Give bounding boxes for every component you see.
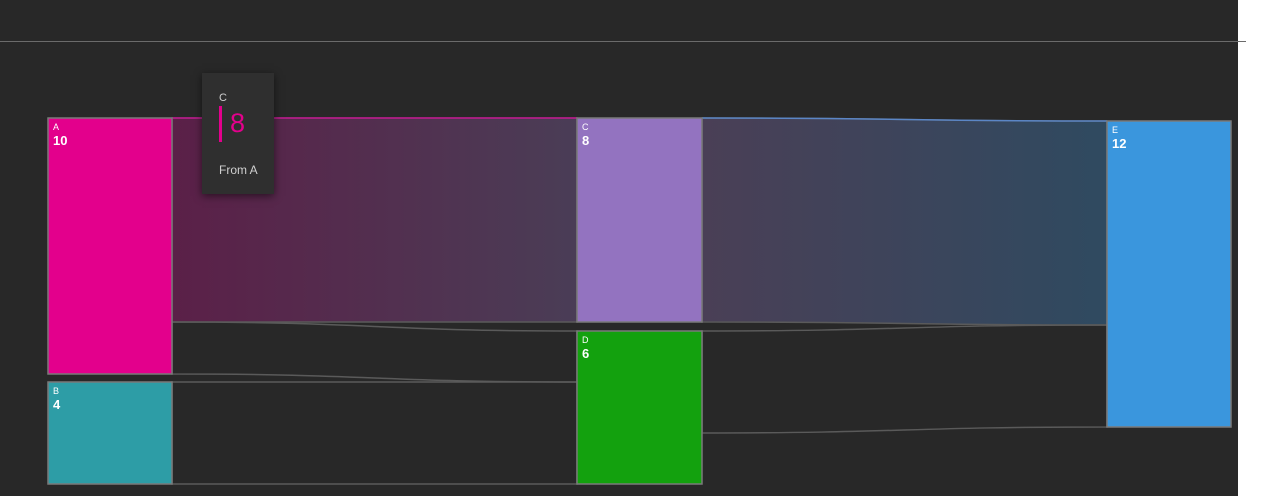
node-a-label: A	[53, 122, 60, 132]
node-d-label: D	[582, 335, 589, 345]
link-c-e[interactable]	[701, 117, 1108, 326]
node-e[interactable]	[1106, 120, 1232, 428]
node-b-value: 4	[53, 397, 61, 412]
node-c-value: 8	[582, 133, 590, 148]
link-a-d[interactable]	[171, 321, 578, 383]
node-a-value: 10	[53, 133, 68, 148]
tooltip-description: From A	[219, 163, 258, 177]
sankey-diagram	[47, 117, 1232, 485]
hover-tooltip: C 8 From A	[202, 73, 274, 194]
tooltip-node-label: C	[219, 92, 227, 104]
tooltip-accent-bar	[219, 106, 222, 142]
link-b-d[interactable]	[171, 381, 578, 485]
node-e-label: E	[1112, 125, 1119, 135]
node-e-value: 12	[1112, 136, 1127, 151]
node-d-value: 6	[582, 346, 590, 361]
node-a[interactable]	[47, 117, 173, 375]
node-c[interactable]	[576, 117, 703, 323]
tooltip-value: 8	[230, 108, 246, 138]
node-c-label: C	[582, 122, 589, 132]
node-d[interactable]	[576, 330, 703, 485]
node-b-label: B	[53, 386, 60, 396]
link-d-e[interactable]	[701, 324, 1108, 434]
node-b[interactable]	[47, 381, 173, 485]
